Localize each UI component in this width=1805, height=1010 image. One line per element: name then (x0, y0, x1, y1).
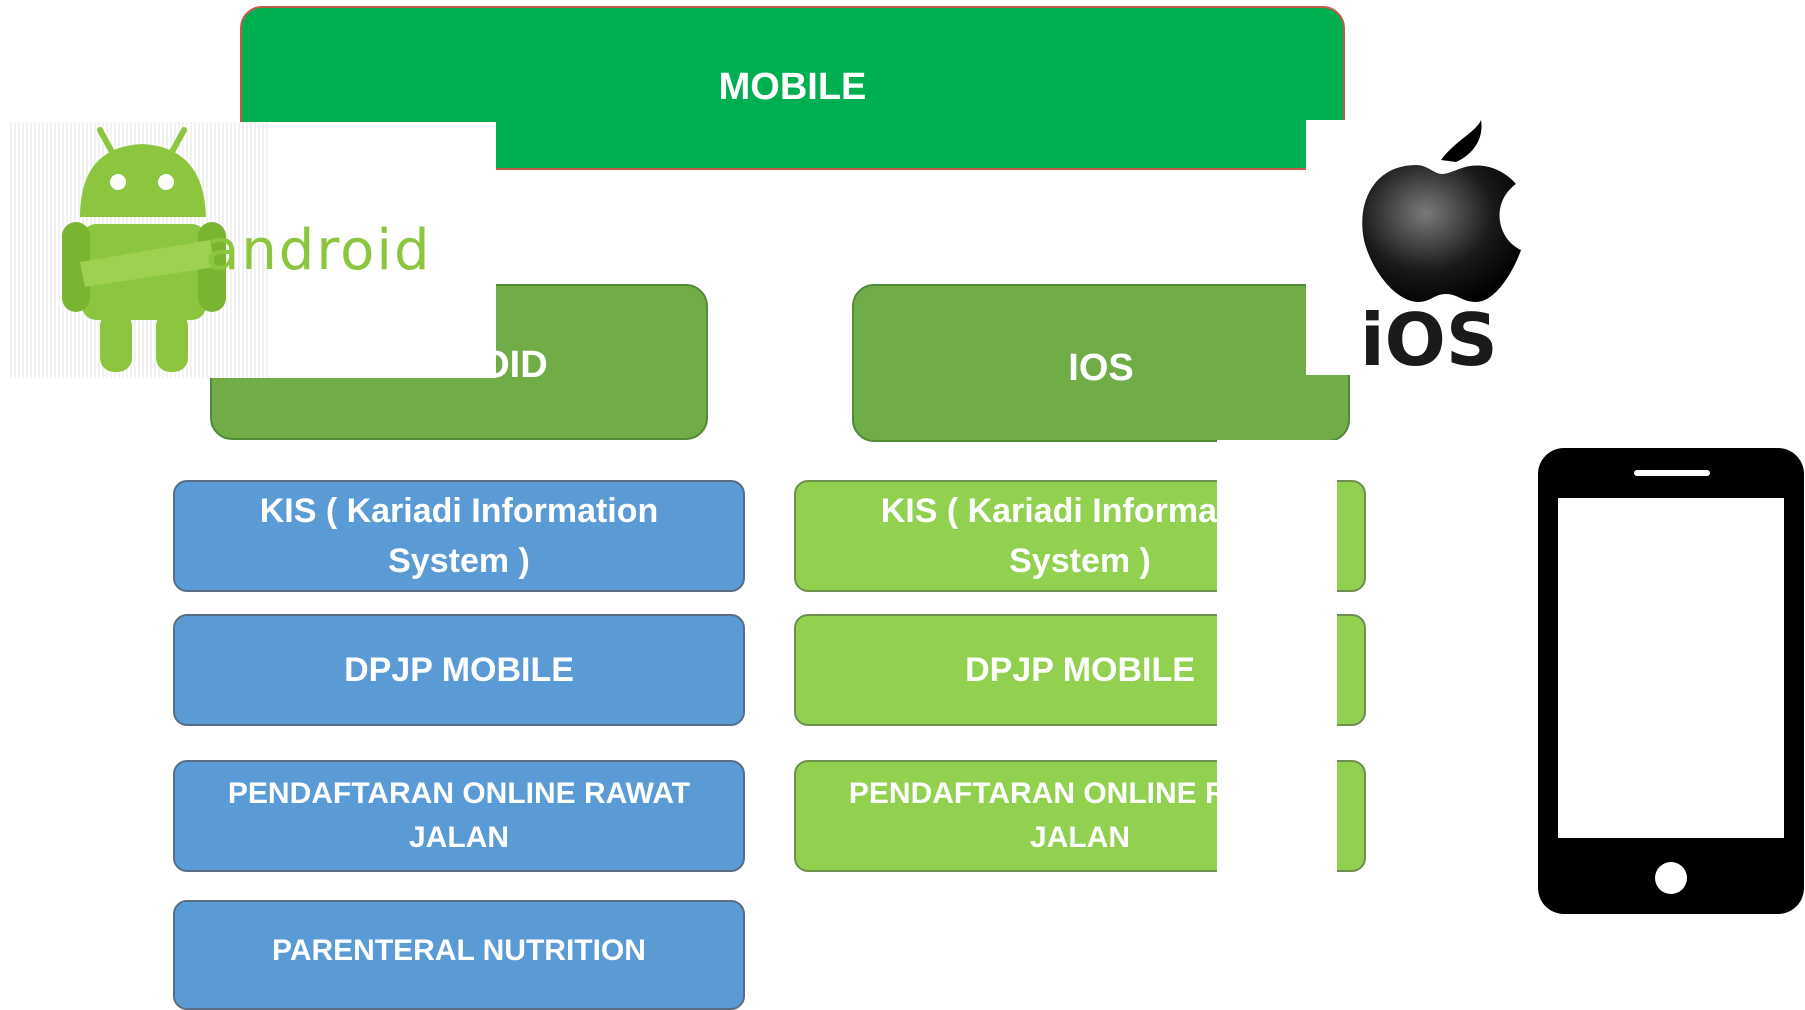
android-app-kis-label: KIS ( Kariadi Information System ) (259, 492, 659, 580)
android-app-dpjp: DPJP MOBILE (173, 614, 745, 726)
android-app-parenteral: PARENTERAL NUTRITION (173, 900, 745, 1010)
android-wordmark: android (205, 218, 432, 283)
android-app-kis: KIS ( Kariadi Information System ) (173, 480, 745, 592)
ios-wordmark: iOS (1360, 298, 1498, 382)
android-logo: android (10, 122, 496, 378)
ios-logo: iOS (1306, 120, 1526, 382)
android-app-pendaftaran: PENDAFTARAN ONLINE RAWAT JALAN (173, 760, 745, 872)
apple-icon (1362, 120, 1521, 302)
ios-column-mask (1217, 440, 1337, 880)
smartphone-icon (1538, 448, 1804, 914)
android-app-pendaftaran-label: PENDAFTARAN ONLINE RAWAT JALAN (227, 777, 691, 854)
ios-platform-box: IOS (852, 284, 1350, 442)
